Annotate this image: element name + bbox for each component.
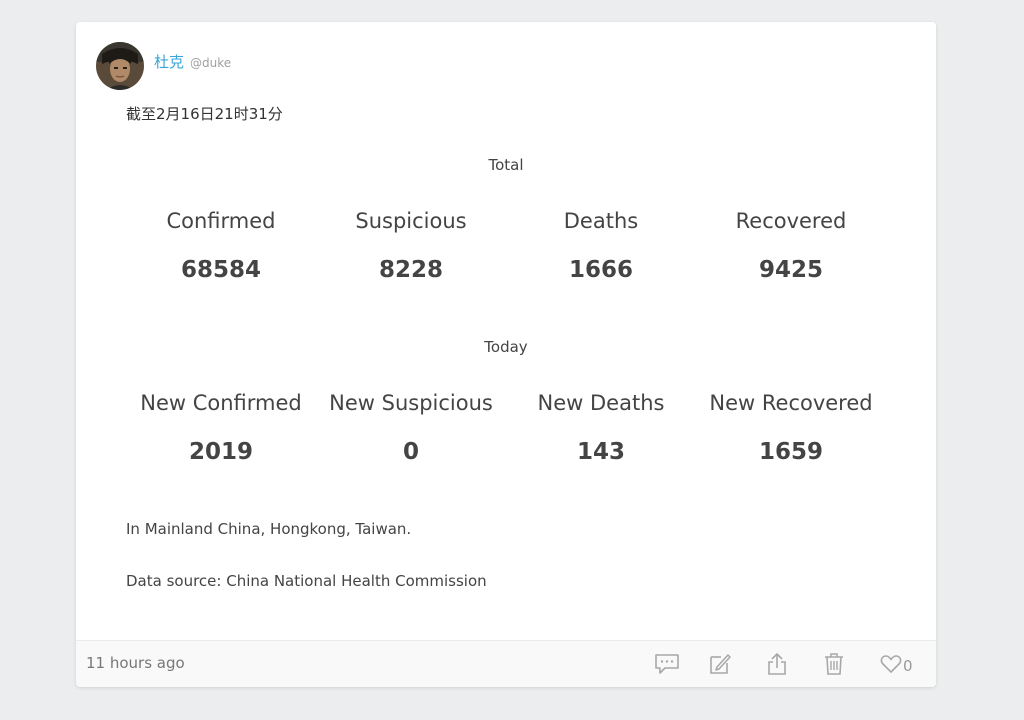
author-handle[interactable]: @duke [190, 56, 231, 70]
trash-icon [825, 653, 843, 675]
edit-button[interactable] [707, 652, 733, 676]
stat-value: 143 [576, 439, 625, 465]
stat-label: Recovered [735, 209, 847, 233]
stat-value: 2019 [188, 439, 253, 465]
stat-label: New Confirmed [140, 391, 302, 415]
stat-label: New Suspicious [329, 391, 493, 415]
author-name[interactable]: 杜克 [154, 51, 184, 72]
edit-icon [710, 654, 731, 674]
share-icon [768, 653, 786, 675]
share-button[interactable] [764, 652, 790, 676]
stat-value: 1659 [758, 439, 823, 465]
post-footer: 11 hours ago 0 [76, 640, 936, 687]
post-date-text: 截至2月16日21时31分 [126, 105, 283, 123]
like-count: 0 [903, 657, 913, 675]
total-section-title: Total [488, 156, 524, 174]
stat-label: Suspicious [355, 209, 467, 233]
stat-value: 9425 [758, 257, 823, 283]
region-note: In Mainland China, Hongkong, Taiwan. [126, 520, 412, 538]
delete-button[interactable] [821, 652, 847, 676]
stat-recovered: Recovered 9425 [696, 207, 886, 285]
comment-button[interactable] [654, 652, 680, 676]
stat-new-recovered: New Recovered 1659 [696, 389, 886, 467]
today-stats-row: New Confirmed 2019 New Suspicious 0 New … [126, 389, 886, 467]
post-card: 杜克 @duke 截至2月16日21时31分 Total Confirmed 6… [76, 22, 936, 687]
stat-deaths: Deaths 1666 [506, 207, 696, 285]
stat-label: Deaths [563, 209, 639, 233]
stat-new-suspicious: New Suspicious 0 [316, 389, 506, 467]
like-button[interactable]: 0 [880, 653, 913, 675]
stat-value: 68584 [180, 257, 262, 283]
today-section-title: Today [484, 338, 528, 356]
stat-value: 1666 [568, 257, 633, 283]
post-timestamp: 11 hours ago [86, 654, 185, 672]
stat-label: New Deaths [537, 391, 665, 415]
avatar-image [96, 42, 144, 90]
stat-confirmed: Confirmed 68584 [126, 207, 316, 285]
comment-icon [655, 654, 679, 674]
stat-new-confirmed: New Confirmed 2019 [126, 389, 316, 467]
source-note: Data source: China National Health Commi… [126, 572, 487, 590]
stat-new-deaths: New Deaths 143 [506, 389, 696, 467]
avatar[interactable] [96, 42, 144, 90]
author-info: 杜克 @duke [154, 51, 231, 72]
stat-label: Confirmed [166, 209, 276, 233]
stat-suspicious: Suspicious 8228 [316, 207, 506, 285]
stat-value: 0 [402, 439, 419, 465]
heart-icon [880, 655, 902, 673]
stat-value: 8228 [378, 257, 443, 283]
total-stats-row: Confirmed 68584 Suspicious 8228 Deaths 1… [126, 207, 886, 285]
stat-label: New Recovered [709, 391, 873, 415]
